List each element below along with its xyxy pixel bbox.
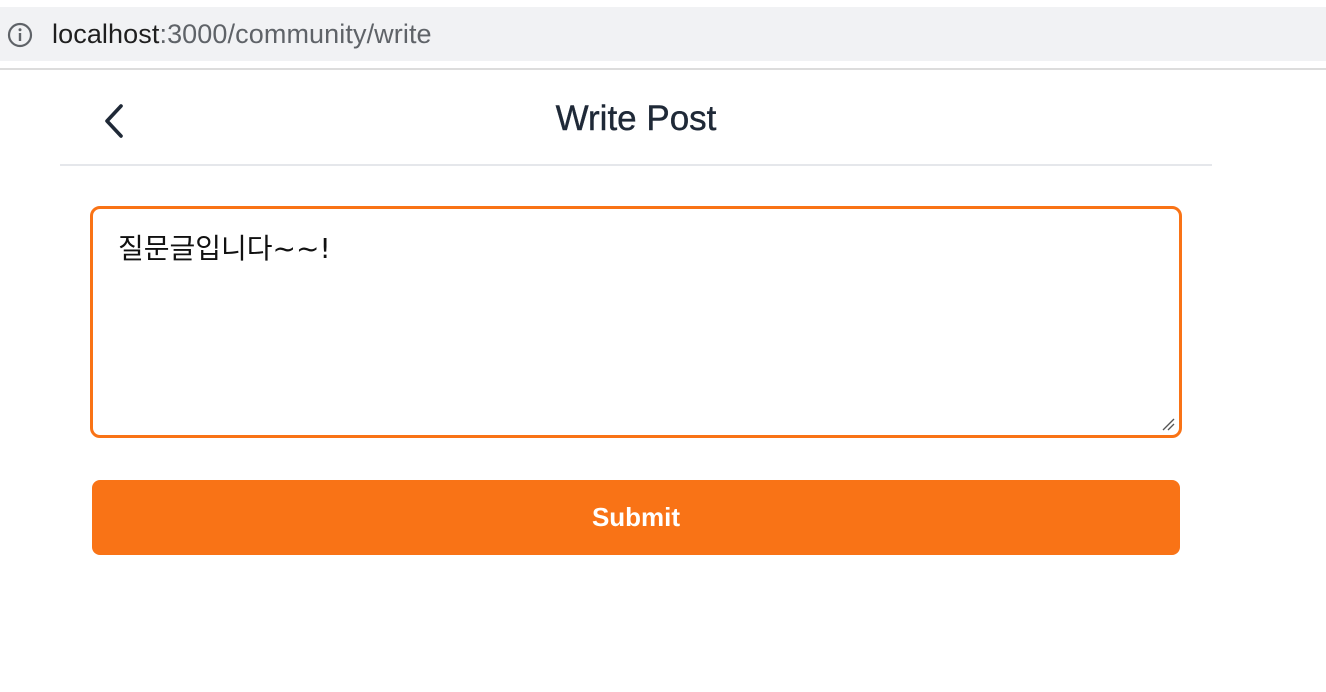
post-textarea-container: 질문글입니다~~! <box>90 206 1182 438</box>
submit-button[interactable]: Submit <box>92 480 1180 555</box>
browser-toolbar: localhost:3000/community/write <box>0 0 1326 70</box>
url-host: localhost <box>52 19 160 49</box>
info-circle-icon[interactable] <box>7 22 33 48</box>
page-title: Write Post <box>555 99 717 138</box>
address-text[interactable]: localhost:3000/community/write <box>52 17 432 51</box>
post-textarea[interactable]: 질문글입니다~~! <box>93 209 1179 435</box>
page-header: Write Post <box>60 72 1212 166</box>
resize-handle-icon[interactable] <box>1161 417 1175 431</box>
url-path: :3000/community/write <box>159 19 432 49</box>
